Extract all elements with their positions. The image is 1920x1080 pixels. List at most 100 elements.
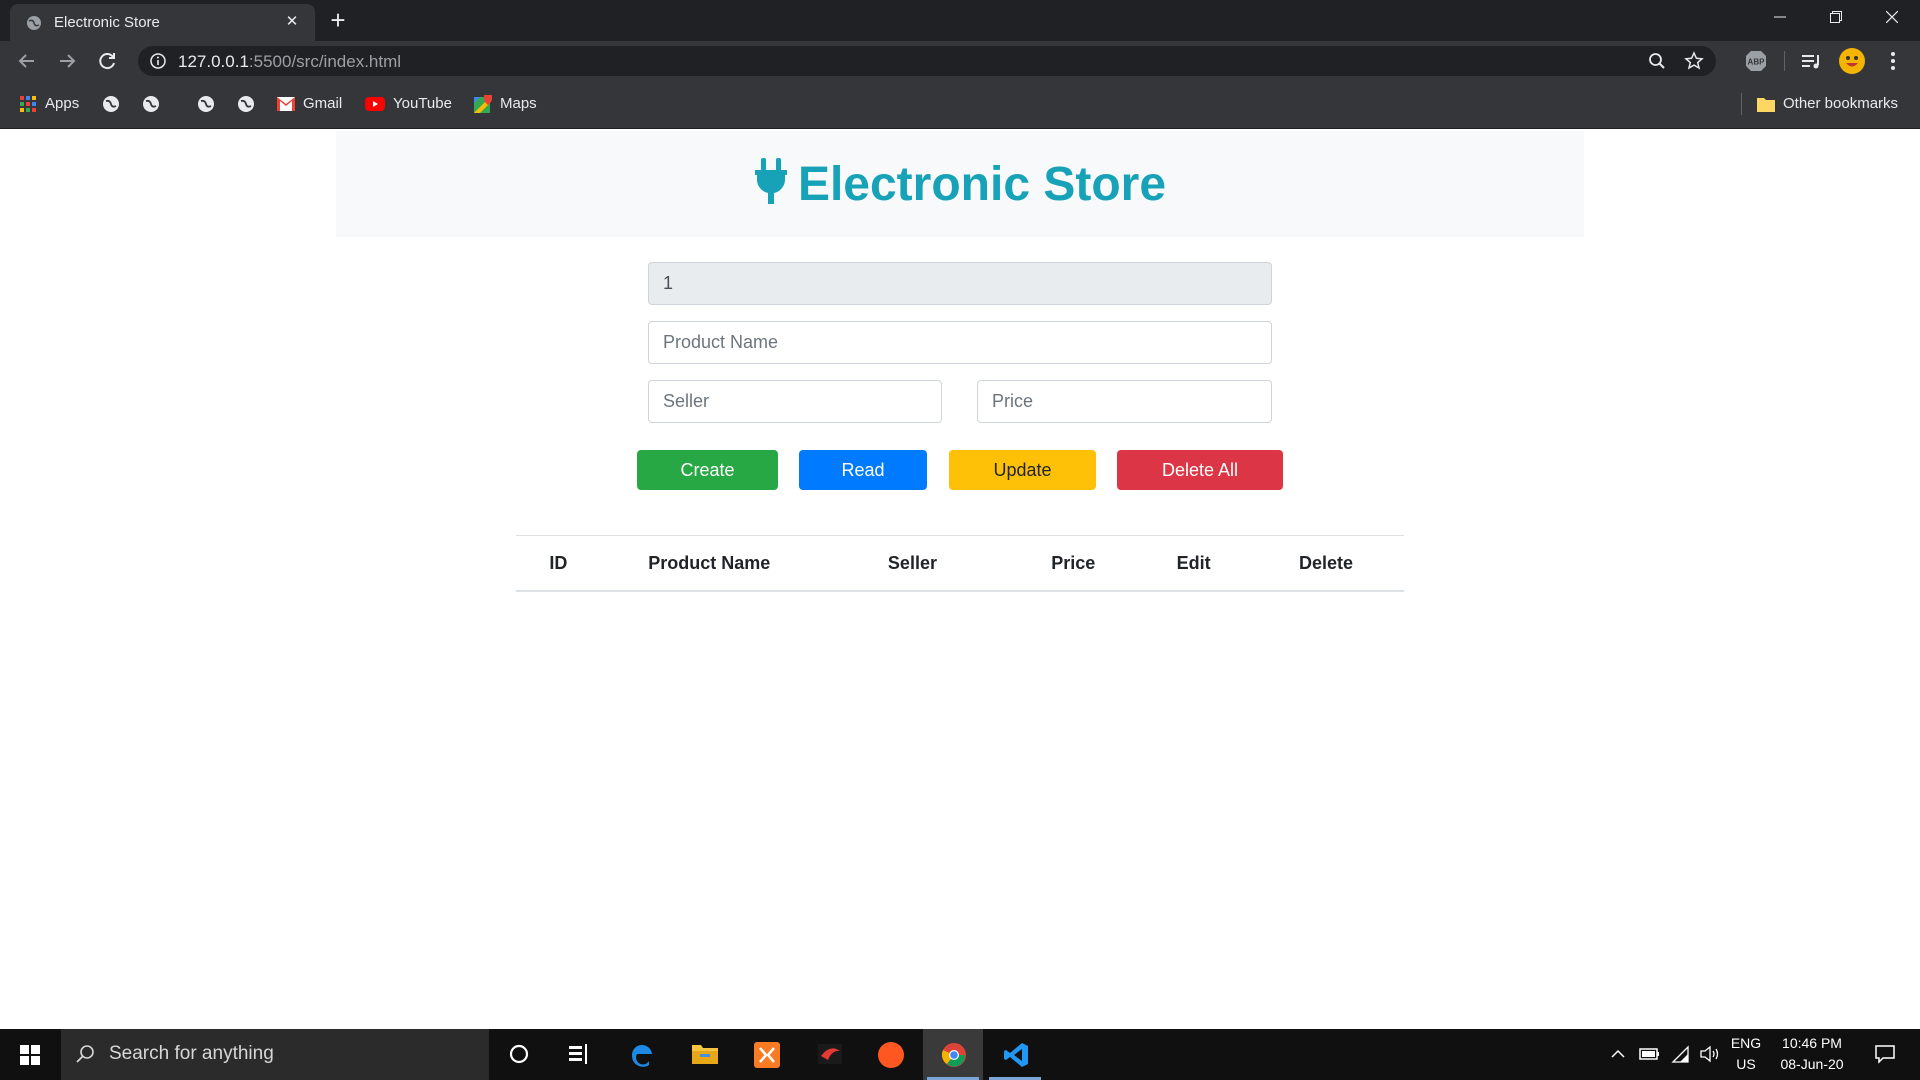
id-field[interactable] (648, 262, 1272, 305)
windows-logo-icon (20, 1045, 40, 1065)
clock-time: 10:46 PM (1782, 1035, 1842, 1051)
address-bar[interactable]: 127.0.0.1:5500/src/index.html (138, 46, 1716, 76)
page-title-text: Electronic Store (797, 158, 1167, 211)
taskbar-vscode[interactable] (985, 1029, 1045, 1080)
reload-icon[interactable] (93, 47, 121, 75)
battery-status[interactable] (1636, 1029, 1664, 1080)
bookmark-youtube-label: YouTube (393, 95, 452, 112)
page-title: Electronic Store (336, 157, 1584, 212)
bookmark-youtube[interactable]: YouTube (365, 93, 452, 115)
close-tab-icon[interactable]: ✕ (281, 11, 303, 33)
chrome-icon (941, 1043, 966, 1067)
info-icon[interactable] (150, 53, 166, 69)
product-name-input[interactable] (648, 321, 1272, 364)
volume-control[interactable] (1696, 1029, 1722, 1080)
compass-icon (878, 1042, 904, 1068)
read-button[interactable]: Read (799, 450, 927, 490)
clock[interactable]: 10:46 PM 08-Jun-20 (1770, 1029, 1854, 1080)
bookmarks-divider (1741, 93, 1742, 115)
network-status[interactable] (1668, 1029, 1694, 1080)
bookmark-other-label: Other bookmarks (1783, 95, 1899, 112)
battery-icon (1639, 1048, 1659, 1060)
products-table: ID Product Name Seller Price Edit Delete (516, 535, 1404, 592)
bookmarks-bar: Apps Gmail YouTube Maps Other bookmarks (0, 81, 1920, 129)
bookmark-gmail-label: Gmail (303, 95, 343, 112)
close-icon (1885, 10, 1899, 24)
globe-icon (143, 96, 159, 113)
taskbar-chrome[interactable] (923, 1029, 983, 1080)
bookmark-star-icon[interactable] (1684, 51, 1704, 71)
cortana-icon (509, 1044, 529, 1064)
page-viewport: Electronic Store Create Read Update Dele… (0, 129, 1920, 1029)
update-button[interactable]: Update (949, 450, 1096, 490)
close-window-button[interactable] (1864, 0, 1920, 38)
folder-icon (1757, 98, 1775, 113)
bookmark-apps[interactable]: Apps (19, 93, 79, 115)
task-view-icon (569, 1044, 587, 1064)
adblock-extension-icon[interactable]: ABP (1742, 47, 1770, 75)
windows-taskbar: Search for anything ENG US 10:46 PM 08-J… (0, 1029, 1920, 1080)
vscode-icon (1004, 1043, 1028, 1067)
browser-tabstrip: Electronic Store ✕ + (0, 0, 1920, 41)
app-icon (818, 1044, 842, 1064)
bookmark-maps[interactable]: Maps (474, 92, 537, 115)
wifi-icon (1671, 1045, 1689, 1063)
browser-toolbar: 127.0.0.1:5500/src/index.html ABP (0, 41, 1920, 81)
new-tab-button[interactable]: + (325, 6, 351, 34)
gmail-icon (277, 97, 295, 112)
search-icon (76, 1045, 94, 1063)
profile-avatar[interactable] (1838, 47, 1866, 75)
edge-icon (631, 1044, 652, 1067)
forward-arrow-icon[interactable] (53, 47, 81, 75)
column-header-delete: Delete (1247, 535, 1404, 592)
taskbar-edge[interactable] (611, 1029, 671, 1080)
bookmark-site-3[interactable] (197, 93, 223, 115)
start-button[interactable] (0, 1029, 60, 1080)
xampp-icon (754, 1042, 780, 1068)
back-arrow-icon[interactable] (13, 47, 41, 75)
taskbar-app-red[interactable] (798, 1029, 858, 1080)
bookmark-site-1[interactable] (102, 93, 128, 115)
input-language[interactable]: ENG US (1728, 1029, 1764, 1080)
globe-icon (103, 96, 119, 113)
task-view-button[interactable] (549, 1029, 609, 1080)
table-header-row: ID Product Name Seller Price Edit Delete (516, 535, 1404, 592)
taskbar-compass-app[interactable] (860, 1029, 920, 1080)
restore-button[interactable] (1808, 0, 1864, 38)
bookmark-gmail[interactable]: Gmail (277, 93, 342, 115)
bookmark-other[interactable]: Other bookmarks (1757, 93, 1898, 115)
delete-all-button[interactable]: Delete All (1117, 450, 1283, 490)
create-button[interactable]: Create (637, 450, 778, 490)
minimize-button[interactable] (1752, 0, 1808, 38)
plug-icon (754, 158, 787, 204)
globe-icon (27, 16, 41, 30)
url-text: 127.0.0.1:5500/src/index.html (178, 52, 401, 72)
taskbar-file-explorer[interactable] (674, 1029, 734, 1080)
column-header-price: Price (1007, 535, 1140, 592)
column-header-id: ID (516, 535, 601, 592)
tab-title: Electronic Store (54, 14, 160, 31)
menu-kebab-icon[interactable] (1879, 47, 1907, 75)
seller-input[interactable] (648, 380, 942, 423)
bookmark-maps-label: Maps (500, 95, 537, 112)
speaker-icon (1700, 1045, 1719, 1063)
cortana-button[interactable] (489, 1029, 549, 1080)
zoom-icon[interactable] (1648, 52, 1666, 70)
bookmark-site-4[interactable] (237, 93, 263, 115)
taskbar-search-placeholder: Search for anything (109, 1043, 274, 1064)
column-header-product-name: Product Name (600, 535, 818, 592)
bookmark-site-2[interactable] (142, 93, 168, 115)
folder-icon (692, 1045, 718, 1064)
bookmark-apps-label: Apps (45, 95, 80, 112)
notification-icon (1875, 1045, 1895, 1064)
taskbar-xampp[interactable] (736, 1029, 796, 1080)
url-path: :5500/src/index.html (248, 52, 402, 71)
price-input[interactable] (977, 380, 1272, 423)
browser-tab[interactable]: Electronic Store ✕ (10, 4, 315, 41)
action-center-button[interactable] (1860, 1029, 1910, 1080)
media-control-icon[interactable] (1797, 47, 1825, 75)
header-jumbotron: Electronic Store (336, 131, 1584, 237)
url-host: 127.0.0.1 (178, 52, 249, 71)
show-hidden-icons[interactable] (1606, 1029, 1630, 1080)
taskbar-search-box[interactable]: Search for anything (61, 1029, 489, 1080)
